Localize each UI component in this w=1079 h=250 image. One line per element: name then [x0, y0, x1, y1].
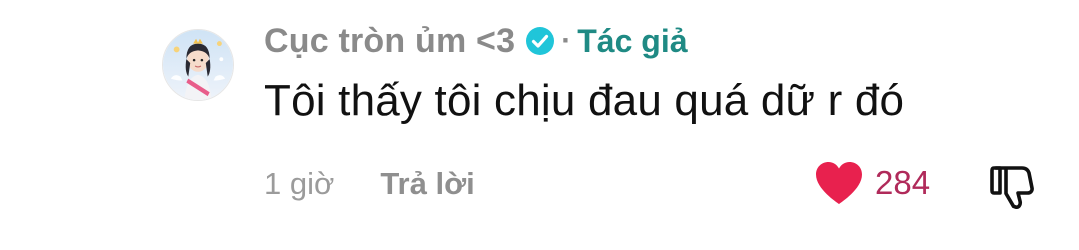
comment-text: Tôi thấy tôi chịu đau quá dữ r đó	[264, 76, 905, 125]
comment-header: Cục tròn ủm <3 · Tác giả	[264, 17, 688, 65]
like-button[interactable]: 284	[813, 158, 930, 208]
thumbs-down-icon[interactable]	[986, 160, 1038, 212]
username[interactable]: Cục tròn ủm <3	[264, 22, 515, 61]
heart-icon[interactable]	[813, 159, 865, 207]
timestamp: 1 giờ	[264, 166, 335, 201]
separator-dot: ·	[561, 24, 572, 57]
avatar[interactable]	[162, 29, 234, 101]
like-count: 284	[875, 164, 931, 201]
reply-button[interactable]: Trả lời	[380, 166, 474, 202]
verified-checkmark-icon	[525, 26, 555, 56]
dislike-button[interactable]	[986, 160, 1038, 212]
comment-meta: 1 giờ Trả lời	[264, 162, 475, 206]
author-badge: Tác giả	[577, 22, 688, 59]
comment-item: Cục tròn ủm <3 · Tác giả Tôi thấy tôi ch…	[0, 0, 1079, 250]
